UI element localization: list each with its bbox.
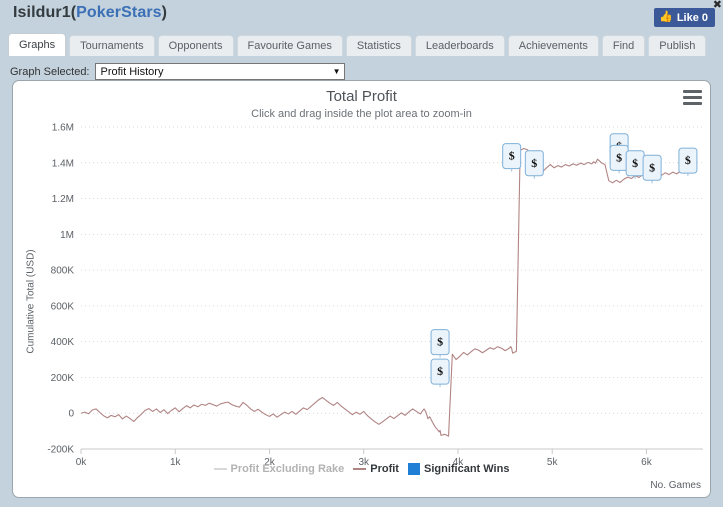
- y-axis-tick-label: 0: [68, 409, 74, 420]
- like-button-label: Like 0: [676, 11, 708, 24]
- tab-find[interactable]: Find: [601, 35, 646, 56]
- marker-dollar-label: $: [531, 156, 537, 170]
- page-title: Isildur1(PokerStars): [13, 4, 167, 22]
- tab-label: Opponents: [168, 40, 223, 52]
- tab-label: Find: [612, 40, 635, 52]
- tab-publish[interactable]: Publish: [648, 35, 707, 56]
- chart-panel: Total Profit Click and drag inside the p…: [12, 80, 711, 498]
- legend-item-significant-wins[interactable]: Significant Wins: [407, 463, 510, 475]
- legend-label: Profit: [370, 463, 399, 475]
- legend-item-profit[interactable]: Profit: [353, 463, 399, 475]
- tab-label: Publish: [659, 40, 696, 52]
- significant-win-marker[interactable]: $: [502, 143, 522, 172]
- marker-dollar-label: $: [685, 153, 691, 167]
- site-paren-close: ): [161, 4, 168, 21]
- legend-label: Profit Excluding Rake: [230, 463, 345, 475]
- tab-label: Achievements: [518, 40, 588, 52]
- significant-win-marker[interactable]: $: [430, 358, 450, 388]
- tab-label: Graphs: [19, 39, 56, 51]
- tab-opponents[interactable]: Opponents: [157, 35, 234, 56]
- y-axis-title: Cumulative Total (USD): [25, 249, 37, 354]
- legend-label: Significant Wins: [423, 463, 510, 475]
- chart-legend: Profit Excluding Rake Profit Significant…: [13, 463, 710, 475]
- site-name: PokerStars: [76, 4, 162, 21]
- tab-statistics[interactable]: Statistics: [345, 35, 412, 56]
- thumbs-up-icon: 👍: [659, 11, 673, 23]
- significant-win-marker[interactable]: $: [678, 147, 698, 177]
- marker-dollar-label: $: [616, 150, 622, 164]
- graph-select-dropdown[interactable]: Profit History ▼: [94, 63, 345, 80]
- significant-win-marker[interactable]: $: [524, 150, 544, 179]
- marker-dollar-label: $: [632, 156, 638, 170]
- graph-selector-label: Graph Selected:: [10, 65, 90, 78]
- tab-tournaments[interactable]: Tournaments: [69, 35, 155, 56]
- tab-label: Favourite Games: [247, 40, 332, 52]
- close-icon[interactable]: ✖: [713, 0, 722, 11]
- marker-dollar-label: $: [437, 364, 443, 378]
- marker-dollar-label: $: [437, 335, 443, 349]
- tab-label: Leaderboards: [425, 40, 494, 52]
- tab-achievements[interactable]: Achievements: [507, 35, 599, 56]
- tab-label: Tournaments: [80, 40, 144, 52]
- facebook-like-button[interactable]: 👍 Like 0: [654, 8, 715, 27]
- player-name: Isildur1: [13, 4, 71, 21]
- graph-selector-row: Graph Selected: Profit History ▼: [10, 63, 345, 80]
- tab-favourite-games[interactable]: Favourite Games: [236, 35, 343, 56]
- significant-win-marker[interactable]: $: [642, 154, 662, 184]
- legend-swatch-icon: [407, 463, 420, 475]
- y-axis-tick-label: 1.2M: [52, 194, 74, 205]
- significant-win-marker[interactable]: $: [430, 329, 450, 358]
- y-axis-tick-label: 1M: [60, 230, 74, 241]
- tab-bar: Graphs Tournaments Opponents Favourite G…: [8, 33, 707, 56]
- tab-leaderboards[interactable]: Leaderboards: [414, 35, 505, 56]
- y-axis-tick-label: 400K: [51, 337, 75, 348]
- significant-win-marker[interactable]: $: [609, 144, 629, 174]
- y-axis-tick-label: -200K: [47, 445, 74, 456]
- tab-label: Statistics: [356, 40, 401, 52]
- marker-dollar-label: $: [649, 160, 655, 174]
- y-axis-tick-label: 200K: [51, 373, 75, 384]
- profit-line: [80, 147, 696, 437]
- profit-history-chart[interactable]: -200K0200K400K600K800K1M1.2M1.4M1.6M0k 1k…: [13, 81, 711, 498]
- legend-line-icon: [213, 468, 227, 470]
- significant-win-marker[interactable]: $: [625, 150, 645, 179]
- legend-line-icon: [353, 468, 367, 470]
- page-header: Isildur1(PokerStars) 👍 Like 0 ✖ Graphs T…: [0, 0, 723, 62]
- y-axis-tick-label: 800K: [51, 266, 75, 277]
- marker-dollar-label: $: [509, 149, 515, 163]
- legend-item-profit-excluding-rake[interactable]: Profit Excluding Rake: [213, 463, 345, 475]
- tab-graphs[interactable]: Graphs: [8, 33, 67, 56]
- graph-select-value: Profit History: [100, 65, 164, 78]
- x-axis-title: No. Games: [650, 480, 701, 491]
- y-axis-tick-label: 1.6M: [52, 123, 74, 134]
- chevron-down-icon: ▼: [332, 67, 341, 76]
- y-axis-tick-label: 600K: [51, 301, 75, 312]
- y-axis-tick-label: 1.4M: [52, 158, 74, 169]
